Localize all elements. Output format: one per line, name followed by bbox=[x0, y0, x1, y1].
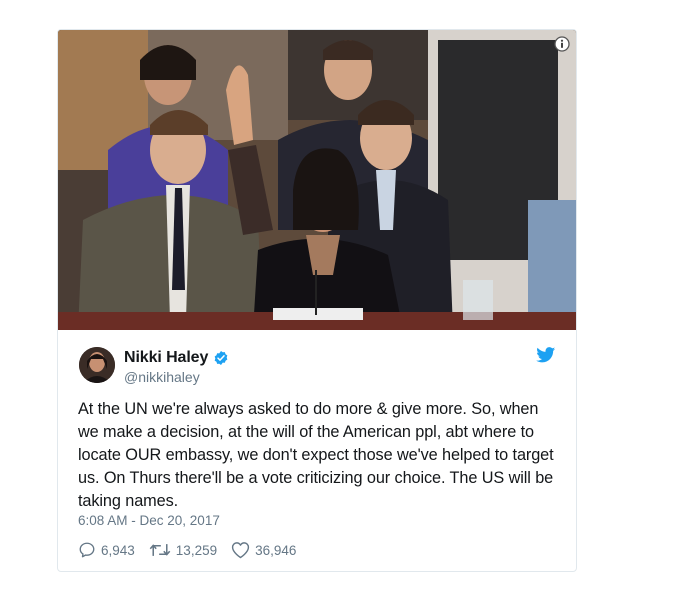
retweet-count: 13,259 bbox=[175, 542, 218, 558]
tweet-timestamp[interactable]: 6:08 AM - Dec 20, 2017 bbox=[78, 513, 220, 528]
author-name-row[interactable]: Nikki Haley bbox=[124, 348, 229, 368]
like-button[interactable]: 36,946 bbox=[231, 541, 296, 559]
author-handle[interactable]: @nikkihaley bbox=[124, 369, 200, 385]
reply-icon bbox=[79, 542, 95, 558]
tweet-card[interactable]: Nikki Haley @nikkihaley At the UN we're … bbox=[57, 29, 577, 572]
reply-count: 6,943 bbox=[101, 542, 135, 558]
photo-image bbox=[58, 30, 576, 330]
tweet-text: At the UN we're always asked to do more … bbox=[78, 400, 554, 510]
info-icon[interactable] bbox=[554, 36, 570, 52]
tweet-photo[interactable] bbox=[58, 30, 576, 330]
retweet-icon bbox=[149, 544, 171, 556]
twitter-bird-icon[interactable] bbox=[536, 347, 556, 363]
avatar[interactable] bbox=[79, 347, 115, 383]
reply-button[interactable]: 6,943 bbox=[78, 541, 135, 559]
author-name[interactable]: Nikki Haley bbox=[124, 349, 208, 367]
heart-icon bbox=[231, 542, 250, 559]
tweet-actions: 6,943 13,259 36,946 bbox=[78, 540, 310, 560]
verified-badge-icon bbox=[214, 351, 228, 365]
like-count: 36,946 bbox=[255, 542, 297, 558]
avatar-image bbox=[79, 347, 115, 383]
retweet-button[interactable]: 13,259 bbox=[149, 541, 217, 559]
